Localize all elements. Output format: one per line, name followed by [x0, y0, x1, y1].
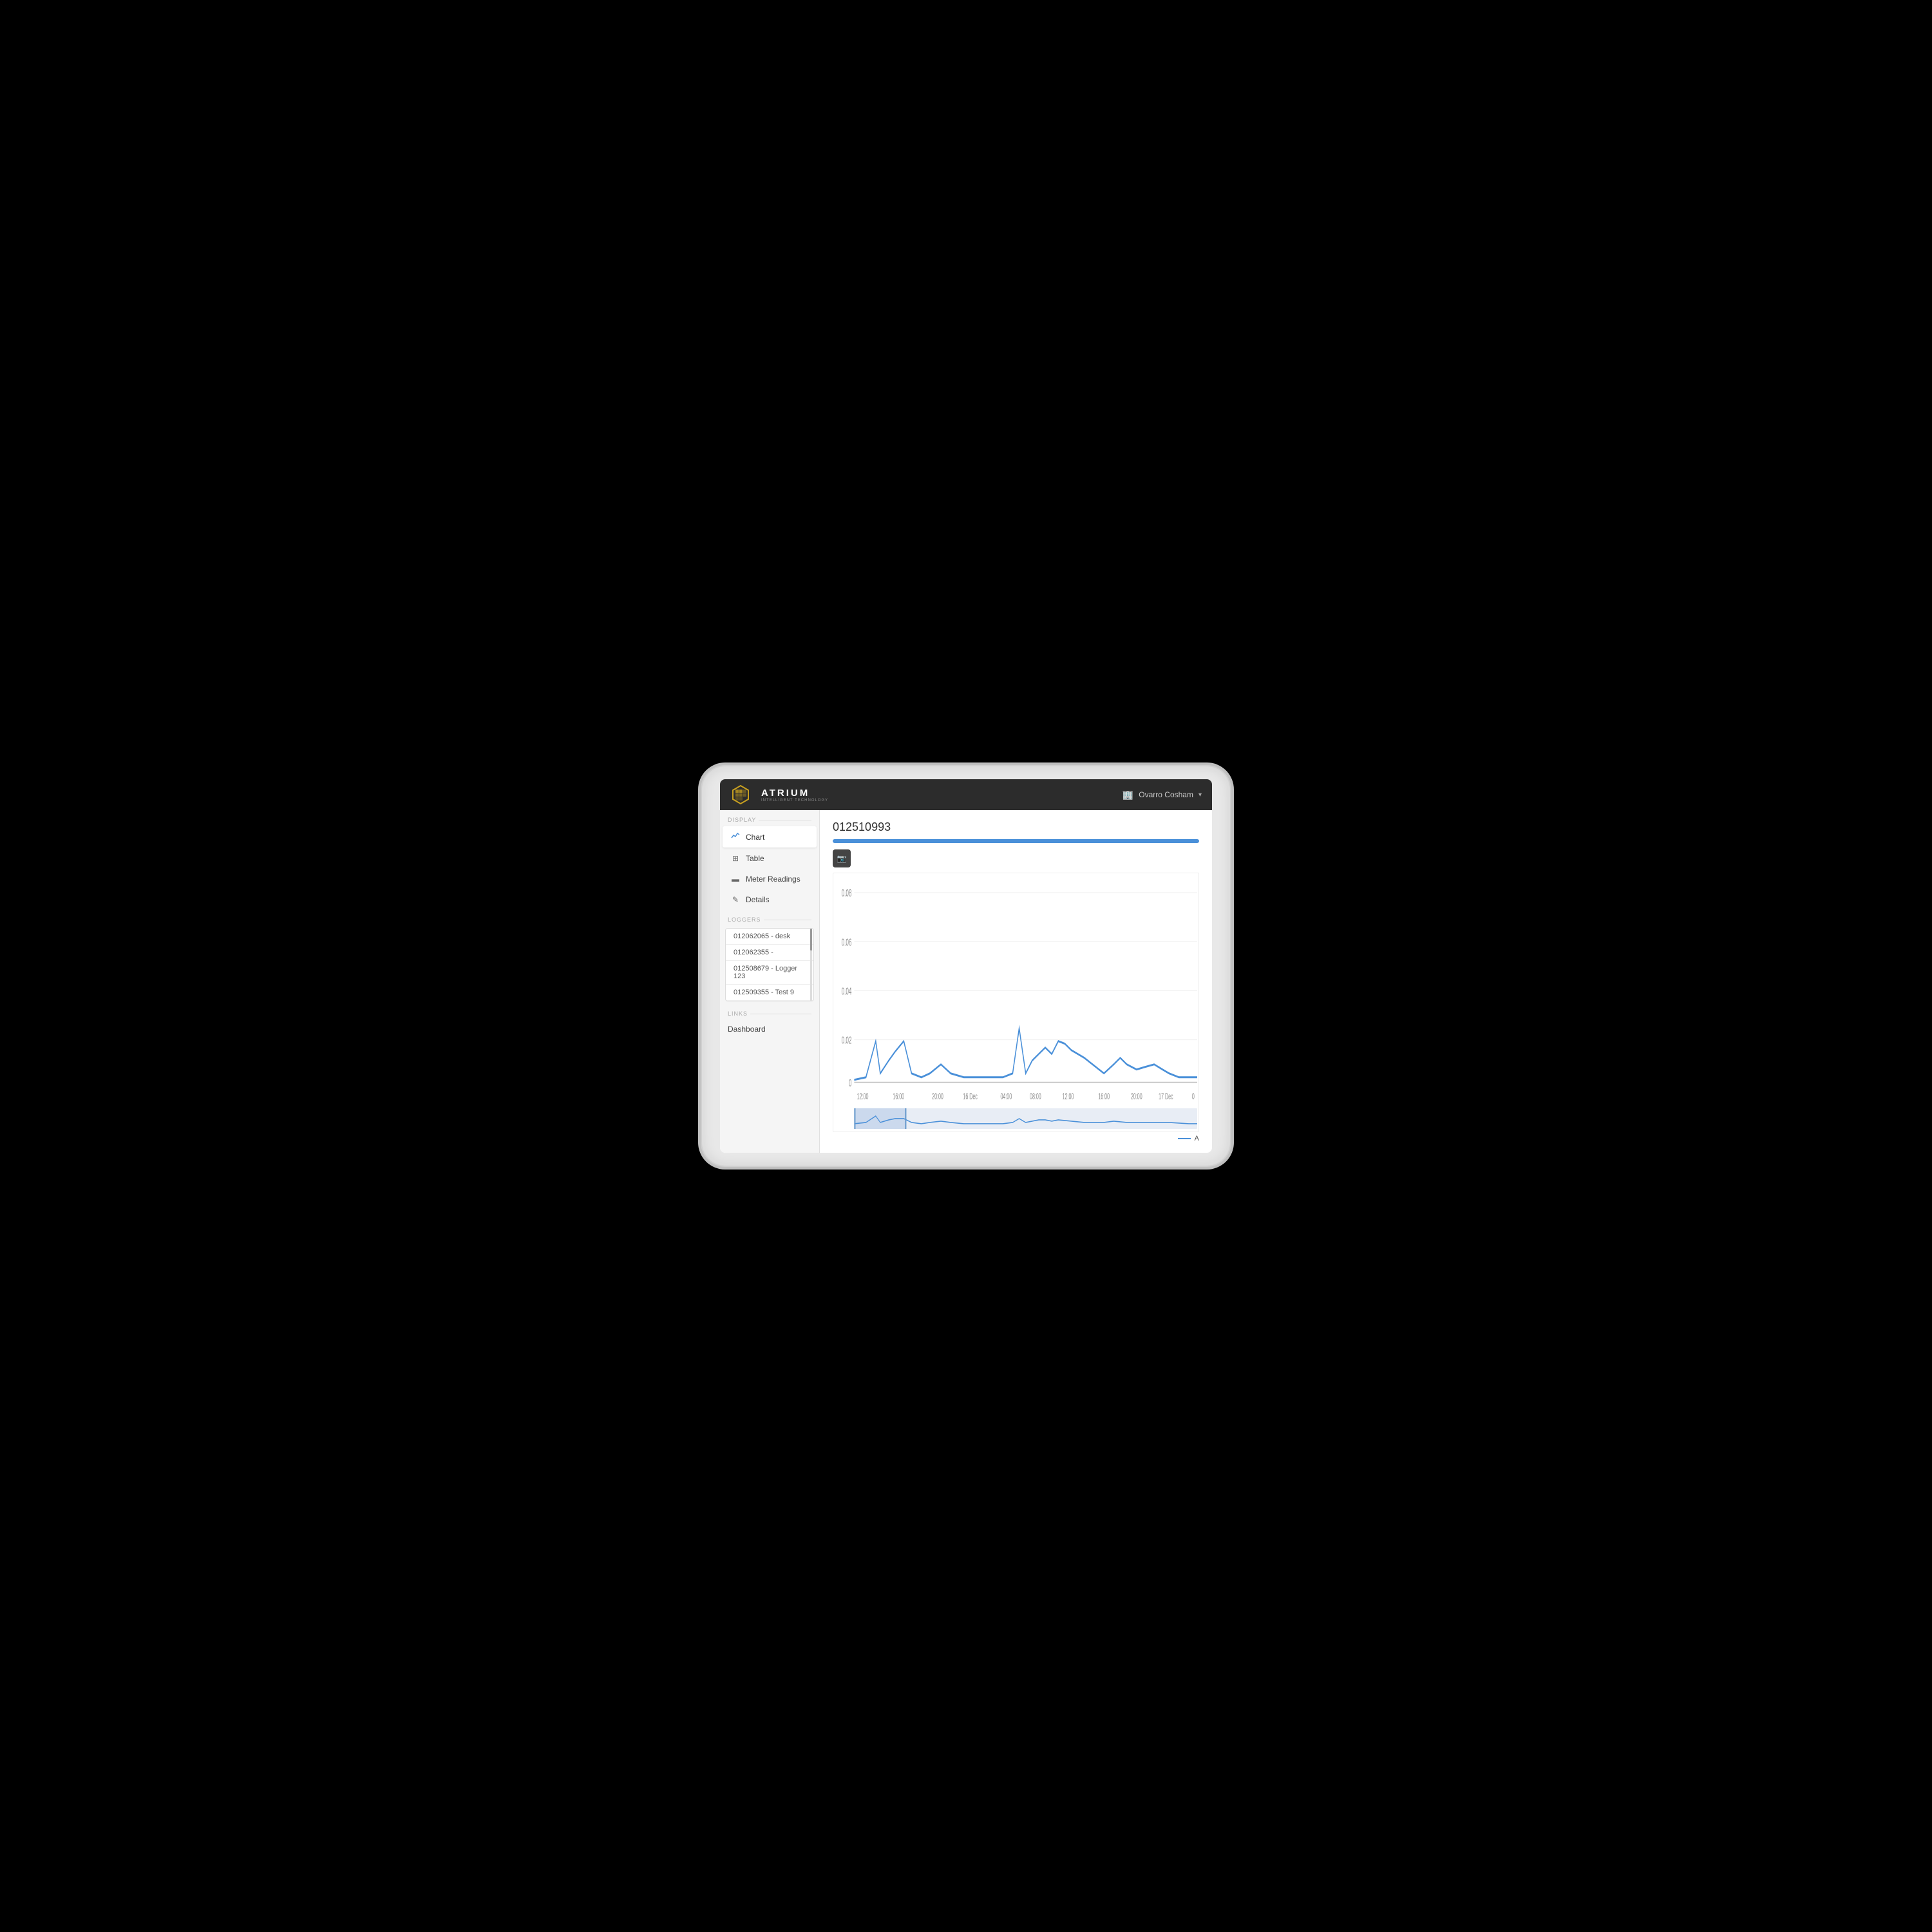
svg-text:0: 0 — [849, 1077, 852, 1089]
legend-line-a — [1178, 1138, 1191, 1139]
brand-block: ATRIUM INTELLIGENT TECHNOLOGY — [761, 788, 828, 802]
location-name: Ovarro Cosham — [1139, 790, 1193, 799]
brand-name: ATRIUM — [761, 788, 828, 799]
logo-hex-icon — [730, 784, 751, 805]
svg-text:20:00: 20:00 — [932, 1092, 943, 1102]
svg-text:0.02: 0.02 — [842, 1035, 852, 1046]
svg-text:04:00: 04:00 — [1000, 1092, 1012, 1102]
svg-text:0: 0 — [1192, 1092, 1195, 1102]
main-content: Display Chart ⊞ Table ▬ Meter Readings — [720, 810, 1212, 1153]
chart-area: 012510993 📷 0.08 0.06 0.04 0.02 0 — [820, 810, 1212, 1153]
pencil-icon: ✎ — [730, 895, 741, 904]
sidebar-item-dashboard[interactable]: Dashboard — [720, 1019, 819, 1039]
chart-label: Chart — [746, 833, 764, 842]
table-icon: ⊞ — [730, 854, 741, 863]
page-title: 012510993 — [833, 820, 1199, 834]
location-icon: 🏢 — [1122, 790, 1133, 800]
loggers-section-label: Loggers — [720, 910, 819, 925]
camera-button[interactable]: 📷 — [833, 849, 851, 867]
chart-legend: A — [833, 1135, 1199, 1142]
progress-bar — [833, 839, 1199, 843]
display-section-label: Display — [720, 810, 819, 826]
loggers-list: 012062065 - desk 012062355 - 012508679 -… — [725, 928, 814, 1001]
svg-text:0.08: 0.08 — [842, 887, 852, 899]
brand-subtitle: INTELLIGENT TECHNOLOGY — [761, 799, 828, 802]
location-selector[interactable]: 🏢 Ovarro Cosham ▾ — [1122, 790, 1202, 800]
scrollbar-thumb — [810, 929, 812, 951]
logger-item-3[interactable]: 012508679 - Logger 123 — [726, 961, 813, 985]
legend-label-a: A — [1195, 1135, 1199, 1142]
sidebar-item-chart[interactable]: Chart — [723, 826, 817, 848]
header: ATRIUM INTELLIGENT TECHNOLOGY 🏢 Ovarro C… — [720, 779, 1212, 810]
svg-text:16:00: 16:00 — [893, 1092, 904, 1102]
svg-text:0.04: 0.04 — [842, 986, 852, 998]
sidebar-item-details[interactable]: ✎ Details — [723, 890, 817, 909]
toolbar: 📷 — [833, 849, 1199, 867]
chart-svg: 0.08 0.06 0.04 0.02 0 — [833, 873, 1198, 1132]
svg-text:16 Dec: 16 Dec — [963, 1092, 978, 1102]
tablet-screen: ATRIUM INTELLIGENT TECHNOLOGY 🏢 Ovarro C… — [720, 779, 1212, 1153]
logger-item-1[interactable]: 012062065 - desk — [726, 929, 813, 945]
logger-item-2[interactable]: 012062355 - — [726, 945, 813, 961]
links-section-label: Links — [720, 1004, 819, 1019]
svg-text:20:00: 20:00 — [1131, 1092, 1142, 1102]
tablet-device: ATRIUM INTELLIGENT TECHNOLOGY 🏢 Ovarro C… — [702, 766, 1230, 1166]
chart-icon — [730, 831, 741, 842]
svg-text:16:00: 16:00 — [1098, 1092, 1110, 1102]
svg-text:17 Dec: 17 Dec — [1159, 1092, 1173, 1102]
svg-text:12:00: 12:00 — [857, 1092, 869, 1102]
chevron-down-icon: ▾ — [1198, 791, 1202, 799]
meter-icon: ▬ — [730, 875, 741, 884]
sidebar: Display Chart ⊞ Table ▬ Meter Readings — [720, 810, 820, 1153]
sidebar-item-table[interactable]: ⊞ Table — [723, 849, 817, 868]
svg-text:0.06: 0.06 — [842, 936, 852, 948]
svg-text:08:00: 08:00 — [1030, 1092, 1041, 1102]
details-label: Details — [746, 895, 770, 904]
chart-container: 0.08 0.06 0.04 0.02 0 — [833, 873, 1199, 1132]
sidebar-item-meter-readings[interactable]: ▬ Meter Readings — [723, 869, 817, 889]
logger-item-4[interactable]: 012509355 - Test 9 — [726, 985, 813, 1001]
table-label: Table — [746, 854, 764, 863]
svg-text:12:00: 12:00 — [1063, 1092, 1074, 1102]
meter-readings-label: Meter Readings — [746, 875, 800, 884]
camera-icon: 📷 — [837, 854, 847, 863]
loggers-scrollbar[interactable] — [810, 929, 812, 1001]
